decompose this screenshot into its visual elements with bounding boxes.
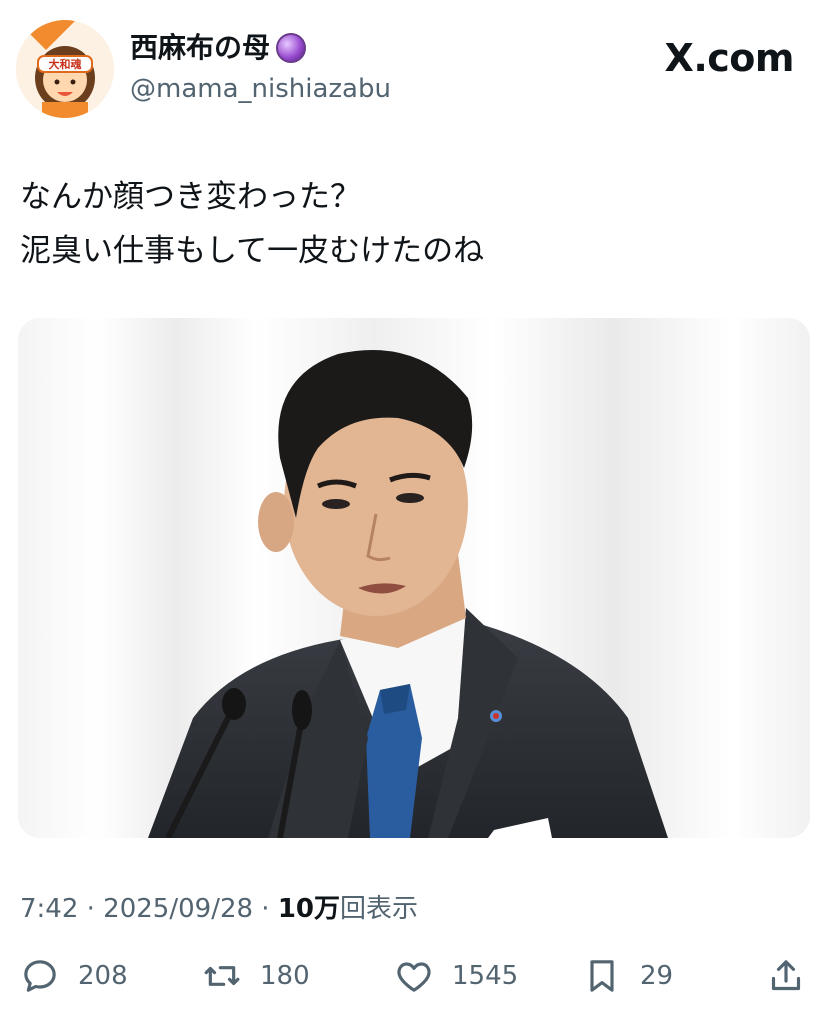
bookmark-button[interactable]: 29: [582, 956, 673, 996]
tweet-timestamp[interactable]: 7:42 · 2025/09/28 ·: [20, 894, 278, 924]
heart-icon: [397, 962, 431, 992]
site-label: X.com: [664, 36, 795, 80]
author-block[interactable]: 西麻布の母 @mama_nishiazabu: [130, 30, 391, 106]
reply-button[interactable]: 208: [20, 956, 128, 996]
views-suffix: 回表示: [340, 894, 419, 924]
user-handle[interactable]: @mama_nishiazabu: [130, 72, 391, 106]
views-count: 10万: [277, 894, 341, 924]
repost-count: 180: [260, 961, 310, 991]
repost-button[interactable]: 180: [202, 956, 310, 996]
reply-count: 208: [78, 961, 128, 991]
tweet-meta: 7:42 · 2025/09/28 · 10万回表示: [20, 888, 418, 925]
like-count: 1545: [452, 961, 519, 991]
action-bar: 208 180 1545 29: [0, 950, 828, 1006]
share-button[interactable]: [766, 956, 806, 996]
tweet-text-line: 泥臭い仕事もして一皮むけたのね: [20, 233, 485, 269]
bookmark-icon: [590, 960, 614, 992]
avatar-headband-text: 大和魂: [48, 58, 82, 71]
share-icon: [771, 960, 801, 991]
tweet-text: なんか顔つき変わった？ 泥臭い仕事もして一皮むけたのね: [20, 170, 484, 278]
bookmark-count: 29: [640, 961, 674, 991]
tweet-text-line: なんか顔つき変わった？: [20, 179, 361, 215]
reply-icon: [24, 960, 56, 992]
tweet-photo[interactable]: [18, 318, 810, 838]
photo-man-at-podium: [18, 318, 810, 838]
crystal-ball-icon: [276, 33, 307, 63]
display-name[interactable]: 西麻布の母: [130, 30, 270, 66]
repost-icon: [204, 966, 240, 986]
like-button[interactable]: 1545: [394, 956, 518, 996]
display-name-row[interactable]: 西麻布の母: [130, 30, 391, 66]
